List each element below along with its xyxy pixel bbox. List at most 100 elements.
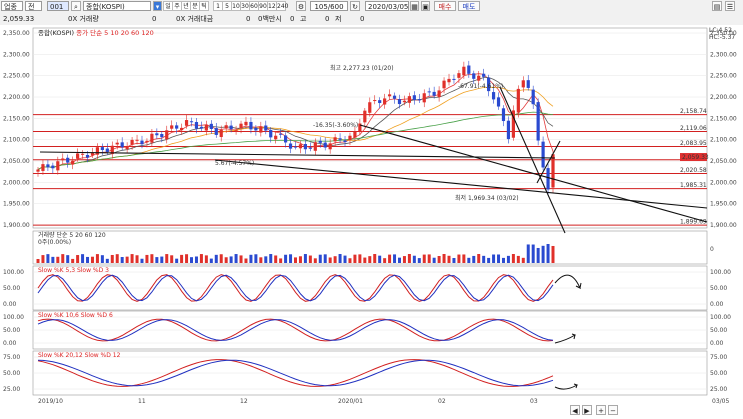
ohlc-value-1: 0	[290, 15, 295, 23]
volume-sub: 0주(0.00%)	[38, 239, 72, 246]
candle-body	[80, 153, 85, 155]
volume-bar	[388, 254, 392, 263]
window-menu-icon[interactable]: ☰	[725, 1, 735, 11]
volume-bar	[190, 257, 194, 263]
candle-body	[397, 99, 402, 105]
candle-body	[472, 73, 476, 79]
price-level-label: 2,083.95	[680, 140, 707, 147]
calendar-icon[interactable]: ▦	[410, 1, 419, 11]
y-tick-left: 1,900.00	[3, 222, 30, 229]
volume-bar	[407, 254, 411, 263]
candle-body	[170, 125, 174, 129]
volume-bar	[120, 257, 124, 263]
volume-bar	[71, 258, 75, 263]
buy-button[interactable]: 매수	[434, 1, 456, 11]
volume-value: 0	[152, 15, 157, 23]
volume-bar	[511, 254, 515, 263]
chart-type-icon[interactable]: ▤	[712, 1, 722, 11]
candle-body	[412, 95, 416, 100]
candle-body	[447, 78, 451, 83]
lc-label: LC:4.52	[709, 27, 732, 34]
zoom-out-icon[interactable]: −	[608, 405, 618, 415]
volume-bar	[383, 258, 387, 263]
candle-body	[373, 100, 377, 102]
volume-bar	[185, 254, 189, 263]
volume-bar	[249, 254, 253, 263]
volume-bar	[219, 254, 223, 263]
minute-240-button[interactable]: 240	[276, 1, 288, 11]
date-field[interactable]: 2020/03/05	[365, 1, 409, 11]
candle-body	[477, 75, 481, 81]
volume-bar	[516, 255, 520, 263]
stoch-tick-left: 100.00	[3, 269, 24, 276]
volume-bar	[90, 256, 94, 263]
search-icon[interactable]: ⌕	[71, 1, 81, 11]
candle-body	[160, 134, 164, 138]
volume-bar	[135, 255, 139, 263]
volume-bar	[536, 247, 540, 263]
stoch-tick-left: 50.00	[3, 370, 20, 377]
volume-bar	[105, 258, 109, 263]
index-select-icon[interactable]: ▾	[153, 1, 162, 11]
chart-annotation: 5.67(-4.57%)	[215, 160, 254, 167]
volume-bar	[259, 257, 263, 263]
candle-body	[392, 95, 397, 99]
volume-bar	[437, 256, 441, 263]
volume-bar	[61, 254, 65, 263]
data-count-field[interactable]: 105/600	[310, 1, 348, 11]
y-tick-right: 1,950.00	[710, 201, 737, 208]
volume-bar	[373, 254, 377, 263]
y-tick-right: 2,100.00	[710, 137, 737, 144]
y-tick-right: 2,250.00	[710, 73, 737, 80]
candle-body	[526, 80, 530, 88]
candle-body	[467, 65, 471, 74]
candle-body	[95, 147, 100, 155]
settings-icon[interactable]: ⚙	[296, 1, 306, 11]
candle-body	[407, 96, 411, 103]
volume-bar	[303, 254, 307, 263]
volume-bar	[467, 257, 471, 263]
candle-body	[283, 135, 288, 143]
sell-button[interactable]: 매도	[458, 1, 480, 11]
scroll-right-icon[interactable]: ▶	[582, 405, 592, 415]
scroll-left-icon[interactable]: ◀	[570, 405, 580, 415]
x-axis-label: 03	[530, 398, 538, 405]
candle-body	[491, 92, 496, 100]
candle-body	[462, 66, 466, 76]
volume-bar	[76, 255, 80, 263]
y-tick-left: 2,200.00	[3, 94, 30, 101]
period-tick-button[interactable]: 틱	[199, 1, 209, 11]
volume-bar	[229, 256, 233, 263]
volume-bar	[234, 254, 238, 263]
x-axis-label: 12	[240, 398, 248, 405]
index-code-field[interactable]: 001	[47, 1, 69, 11]
market-type-select[interactable]: 업종	[1, 1, 23, 11]
zoom-in-icon[interactable]: +	[596, 405, 606, 415]
volume-bar	[457, 254, 461, 263]
period-buttons: 일 주 년 분 틱	[163, 1, 209, 11]
volume-bar	[264, 256, 268, 263]
volume-bar	[477, 254, 481, 263]
candle-body	[288, 143, 293, 149]
index-name-field[interactable]: 종합(KOSPI)	[83, 1, 151, 11]
y-tick-left: 2,000.00	[3, 179, 30, 186]
volume-legend: 거래량 단순 5 20 60 120	[38, 232, 106, 239]
candle-body	[482, 73, 486, 77]
volume-bar	[432, 257, 436, 263]
candle-body	[293, 146, 298, 148]
candle-body	[219, 129, 223, 138]
candle-body	[343, 140, 347, 143]
candle-body	[180, 127, 184, 131]
refresh-icon[interactable]: ↻	[350, 1, 360, 11]
y-tick-left: 1,950.00	[3, 201, 30, 208]
stoch-tick-left: 100.00	[3, 314, 24, 321]
amount-value: 0	[246, 15, 251, 23]
volume-bar	[546, 244, 550, 263]
period-type-select[interactable]: 전	[25, 1, 42, 11]
y-tick-right: 1,900.00	[710, 222, 737, 229]
candle-body	[501, 108, 506, 122]
price-level-label: 1,985.31	[680, 182, 707, 189]
volume-bar	[348, 258, 352, 263]
lock-icon[interactable]: ▣	[421, 1, 430, 11]
chart-area[interactable]: 2,158.742,119.062,083.952,052.922,020.58…	[0, 25, 743, 417]
